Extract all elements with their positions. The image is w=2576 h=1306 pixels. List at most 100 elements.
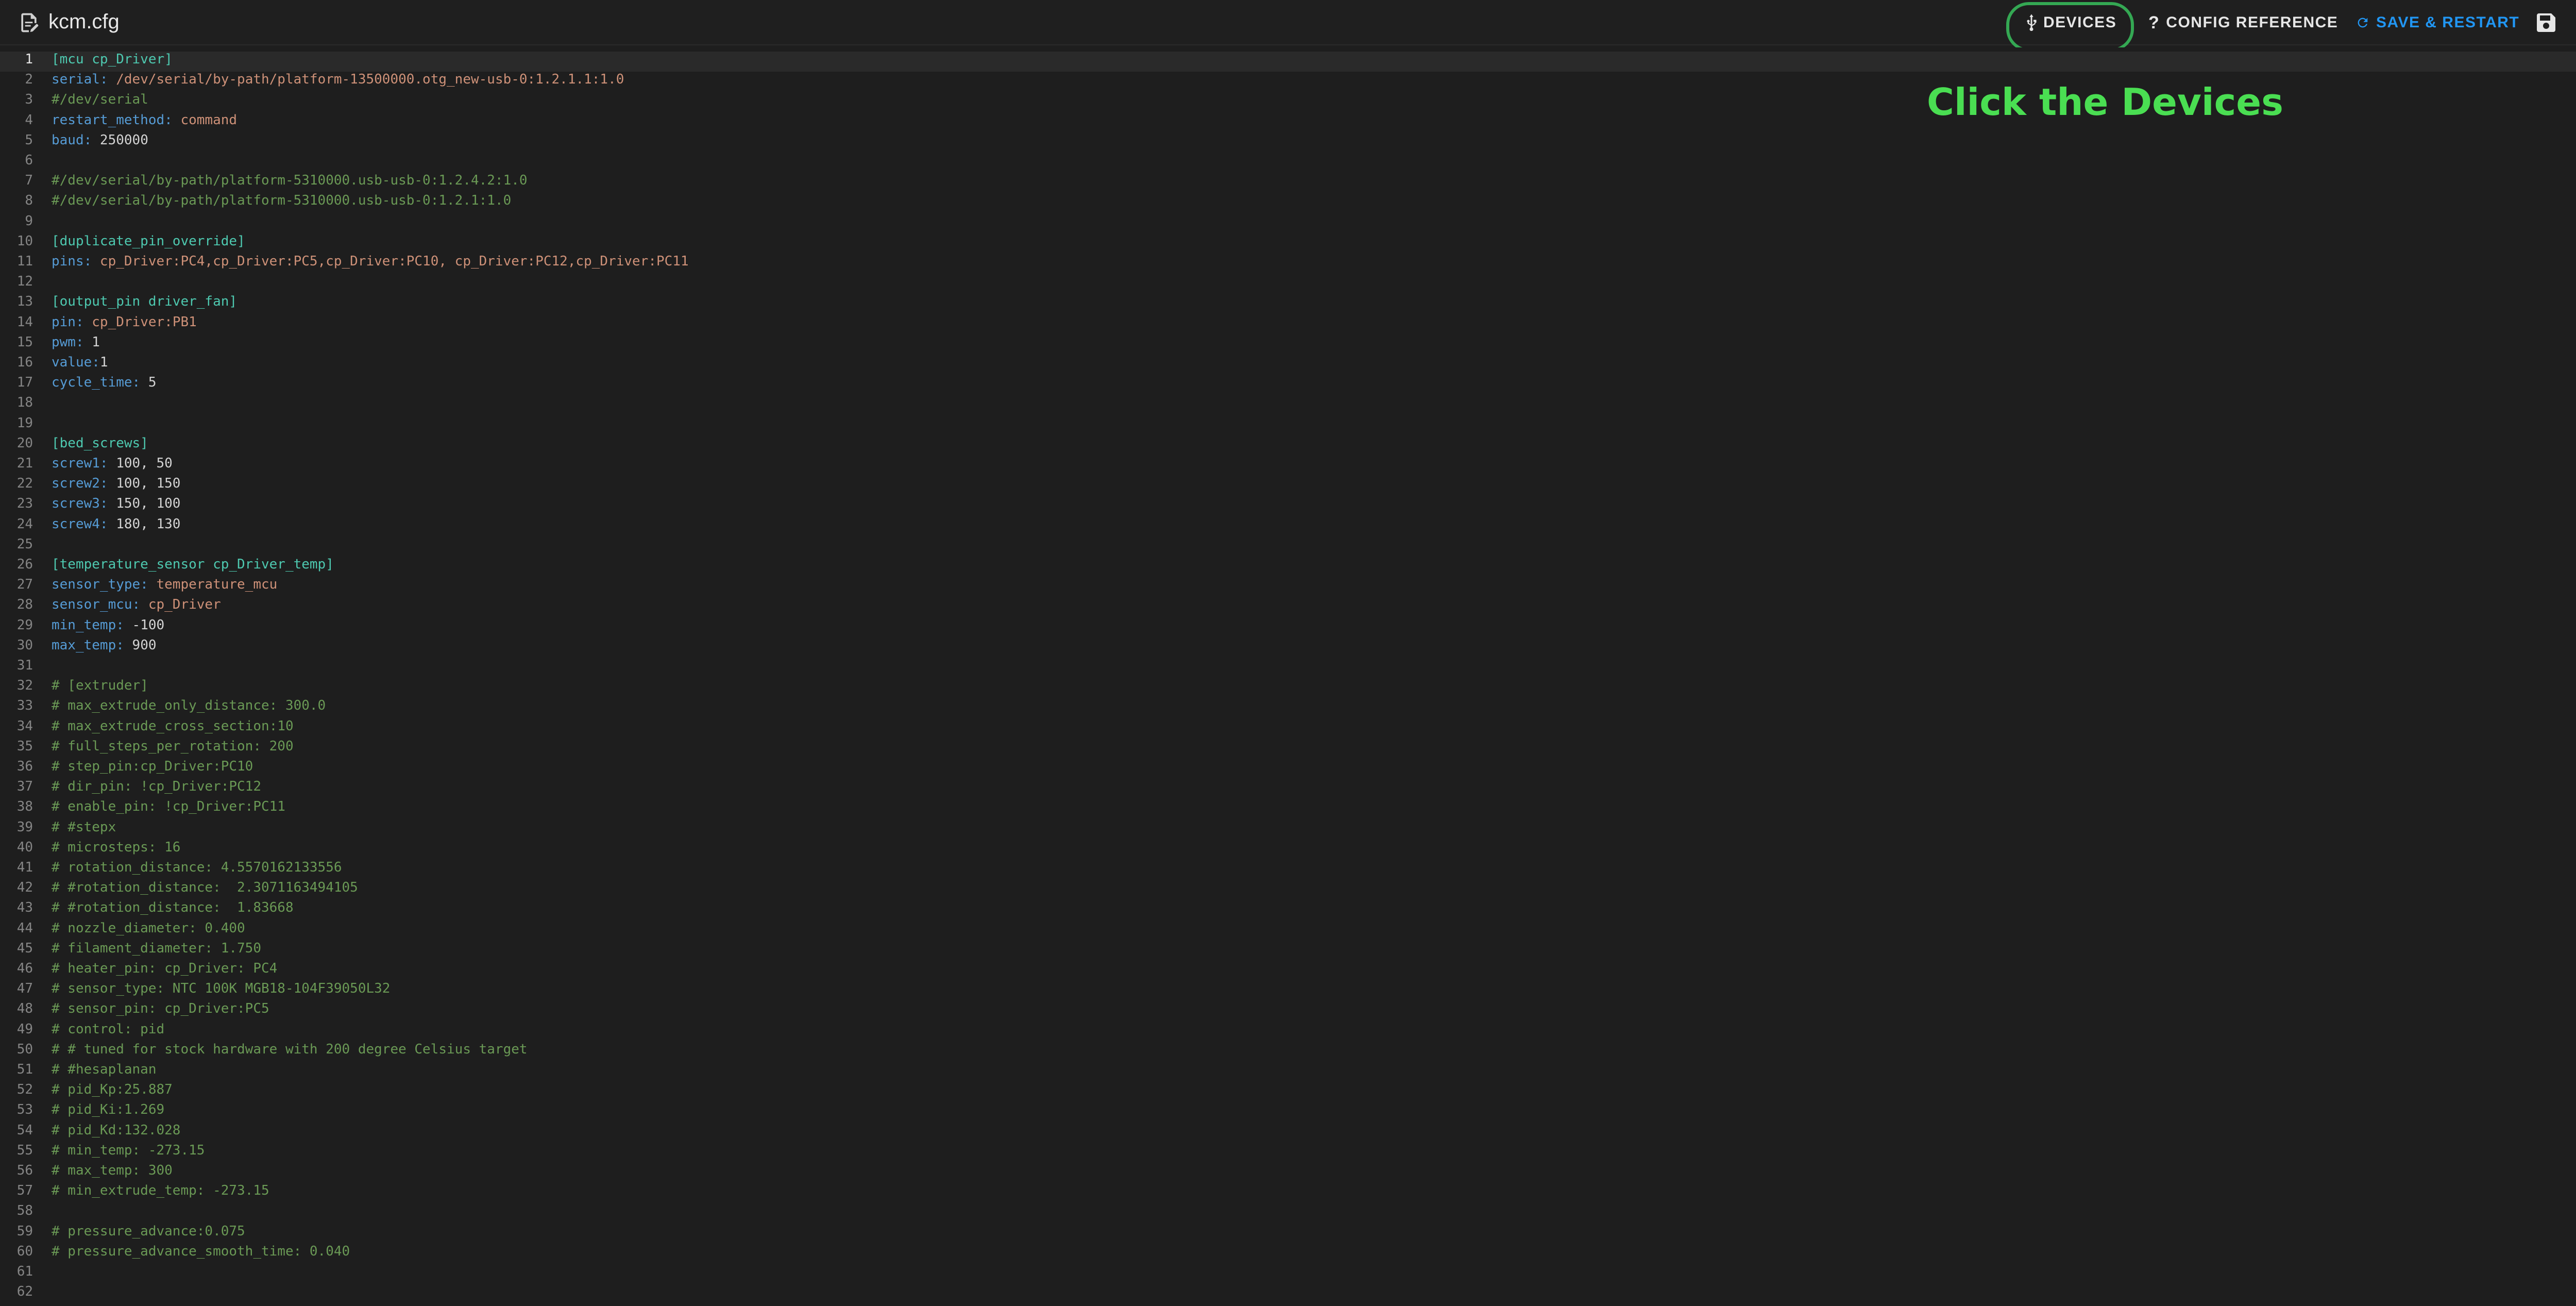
- usb-icon: [2027, 14, 2037, 31]
- code-line[interactable]: 47 # sensor_type: NTC 100K MGB18-104F3905…: [0, 979, 2576, 999]
- line-number: 18: [16, 395, 33, 411]
- code-line[interactable]: 17 cycle_time: 5: [0, 373, 2576, 393]
- code-line[interactable]: 54 # pid_Kd:132.028: [0, 1120, 2576, 1141]
- line-number: 54: [16, 1122, 33, 1138]
- code-token: 250000: [99, 132, 148, 148]
- code-line[interactable]: 11 pins: cp_Driver:PC4,cp_Driver:PC5,cp_D…: [0, 252, 2576, 272]
- line-content: # control: pid: [52, 1019, 164, 1040]
- code-line[interactable]: 7 #/dev/serial/by-path/platform-5310000.u…: [0, 171, 2576, 191]
- code-line[interactable]: 19: [0, 413, 2576, 433]
- code-line[interactable]: 5 baud: 250000: [0, 130, 2576, 150]
- code-line[interactable]: 28 sensor_mcu: cp_Driver: [0, 595, 2576, 615]
- code-line[interactable]: 35 # full_steps_per_rotation: 200: [0, 736, 2576, 757]
- code-line[interactable]: 18: [0, 393, 2576, 413]
- line-content: # [extruder]: [52, 676, 148, 696]
- restart-icon: [2358, 18, 2368, 28]
- line-content: screw3: 150, 100: [52, 494, 180, 514]
- code-line[interactable]: 1 [mcu cp_Driver]: [0, 49, 2576, 70]
- code-line[interactable]: 31: [0, 656, 2576, 676]
- code-line[interactable]: 29 min_temp: -100: [0, 615, 2576, 635]
- line-number: 60: [16, 1243, 33, 1259]
- devices-button[interactable]: DEVICES: [2026, 0, 2116, 45]
- code-token: [temperature_sensor cp_Driver_temp]: [52, 557, 334, 572]
- code-line[interactable]: 36 # step_pin:cp_Driver:PC10: [0, 757, 2576, 777]
- line-content: serial: /dev/serial/by-path/platform-135…: [52, 70, 624, 90]
- code-line[interactable]: 33 # max_extrude_only_distance: 300.0: [0, 696, 2576, 716]
- code-line[interactable]: 59 # pressure_advance:0.075: [0, 1221, 2576, 1242]
- code-line[interactable]: 52 # pid_Kp:25.887: [0, 1080, 2576, 1100]
- code-line[interactable]: 32 # [extruder]: [0, 676, 2576, 696]
- line-content: # pid_Ki:1.269: [52, 1100, 164, 1120]
- instruction-annotation: Click the Devices: [1927, 80, 2283, 124]
- code-line[interactable]: 60 # pressure_advance_smooth_time: 0.040: [0, 1242, 2576, 1262]
- code-line[interactable]: 43 # #rotation_distance: 1.83668: [0, 898, 2576, 918]
- code-line[interactable]: 16 value:1: [0, 353, 2576, 373]
- save-icon[interactable]: [2534, 10, 2558, 35]
- code-line[interactable]: 20 [bed_screws]: [0, 433, 2576, 454]
- code-line[interactable]: 30 max_temp: 900: [0, 635, 2576, 656]
- code-line[interactable]: 39 # #stepx: [0, 817, 2576, 838]
- line-content: [temperature_sensor cp_Driver_temp]: [52, 555, 334, 575]
- code-line[interactable]: 21 screw1: 100, 50: [0, 454, 2576, 474]
- code-line[interactable]: 46 # heater_pin: cp_Driver: PC4: [0, 959, 2576, 979]
- code-line[interactable]: 58: [0, 1201, 2576, 1221]
- line-number: 56: [16, 1163, 33, 1178]
- code-line[interactable]: 51 # #hesaplanan: [0, 1060, 2576, 1080]
- code-line[interactable]: 26 [temperature_sensor cp_Driver_temp]: [0, 555, 2576, 575]
- help-icon: ?: [2148, 12, 2160, 32]
- code-line[interactable]: 37 # dir_pin: !cp_Driver:PC12: [0, 777, 2576, 797]
- code-line[interactable]: 9: [0, 211, 2576, 231]
- code-line[interactable]: 61: [0, 1262, 2576, 1282]
- code-line[interactable]: 57 # min_extrude_temp: -273.15: [0, 1181, 2576, 1201]
- code-line[interactable]: 22 screw2: 100, 150: [0, 474, 2576, 494]
- code-line[interactable]: 53 # pid_Ki:1.269: [0, 1100, 2576, 1120]
- code-line[interactable]: 40 # microsteps: 16: [0, 838, 2576, 858]
- code-line[interactable]: 34 # max_extrude_cross_section:10: [0, 716, 2576, 736]
- code-token: #/dev/serial/by-path/platform-5310000.us…: [52, 193, 512, 209]
- code-line[interactable]: 27 sensor_type: temperature_mcu: [0, 575, 2576, 595]
- code-line[interactable]: 50 # # tuned for stock hardware with 200 …: [0, 1040, 2576, 1060]
- config-reference-button[interactable]: ? CONFIG REFERENCE: [2148, 0, 2338, 45]
- code-line[interactable]: 23 screw3: 150, 100: [0, 494, 2576, 514]
- code-line[interactable]: 44 # nozzle_diameter: 0.400: [0, 918, 2576, 939]
- line-number: 24: [16, 516, 33, 532]
- code-line[interactable]: 10 [duplicate_pin_override]: [0, 231, 2576, 252]
- code-line[interactable]: 13 [output_pin driver_fan]: [0, 292, 2576, 312]
- code-line[interactable]: 41 # rotation_distance: 4.5570162133556: [0, 858, 2576, 878]
- code-token: /dev/serial/by-path/platform-13500000.ot…: [116, 72, 624, 88]
- code-token: 100, 50: [116, 456, 173, 471]
- line-content: # enable_pin: !cp_Driver:PC11: [52, 797, 285, 817]
- code-token: #/dev/serial/by-path/platform-5310000.us…: [52, 173, 528, 189]
- code-line[interactable]: 45 # filament_diameter: 1.750: [0, 939, 2576, 959]
- code-line[interactable]: 6: [0, 150, 2576, 171]
- code-line[interactable]: 48 # sensor_pin: cp_Driver:PC5: [0, 999, 2576, 1019]
- code-line[interactable]: 56 # max_temp: 300: [0, 1161, 2576, 1181]
- code-line[interactable]: 25: [0, 534, 2576, 555]
- line-content: # #hesaplanan: [52, 1060, 157, 1080]
- line-number: 43: [16, 900, 33, 916]
- code-line[interactable]: 12: [0, 272, 2576, 292]
- code-line[interactable]: 14 pin: cp_Driver:PB1: [0, 312, 2576, 332]
- line-content: restart_method: command: [52, 110, 237, 130]
- line-content: min_temp: -100: [52, 615, 164, 635]
- line-content: screw2: 100, 150: [52, 474, 180, 494]
- code-token: 1: [99, 355, 108, 370]
- code-token: screw4:: [52, 516, 116, 532]
- save-restart-button[interactable]: SAVE & RESTART: [2355, 0, 2519, 45]
- code-line[interactable]: 62: [0, 1282, 2576, 1302]
- line-number: 5: [25, 132, 33, 148]
- line-number: 1: [25, 52, 33, 67]
- code-line[interactable]: 15 pwm: 1: [0, 332, 2576, 353]
- code-line[interactable]: 49 # control: pid: [0, 1019, 2576, 1040]
- line-number: 8: [25, 193, 33, 209]
- code-line[interactable]: 55 # min_temp: -273.15: [0, 1141, 2576, 1161]
- line-content: #/dev/serial: [52, 90, 148, 110]
- line-number: 4: [25, 112, 33, 128]
- line-number: 13: [16, 294, 33, 310]
- code-token: # #rotation_distance: 1.83668: [52, 900, 294, 916]
- line-number: 55: [16, 1142, 33, 1158]
- code-line[interactable]: 24 screw4: 180, 130: [0, 514, 2576, 534]
- code-line[interactable]: 8 #/dev/serial/by-path/platform-5310000.u…: [0, 191, 2576, 211]
- code-line[interactable]: 42 # #rotation_distance: 2.3071163494105: [0, 878, 2576, 898]
- code-line[interactable]: 38 # enable_pin: !cp_Driver:PC11: [0, 797, 2576, 817]
